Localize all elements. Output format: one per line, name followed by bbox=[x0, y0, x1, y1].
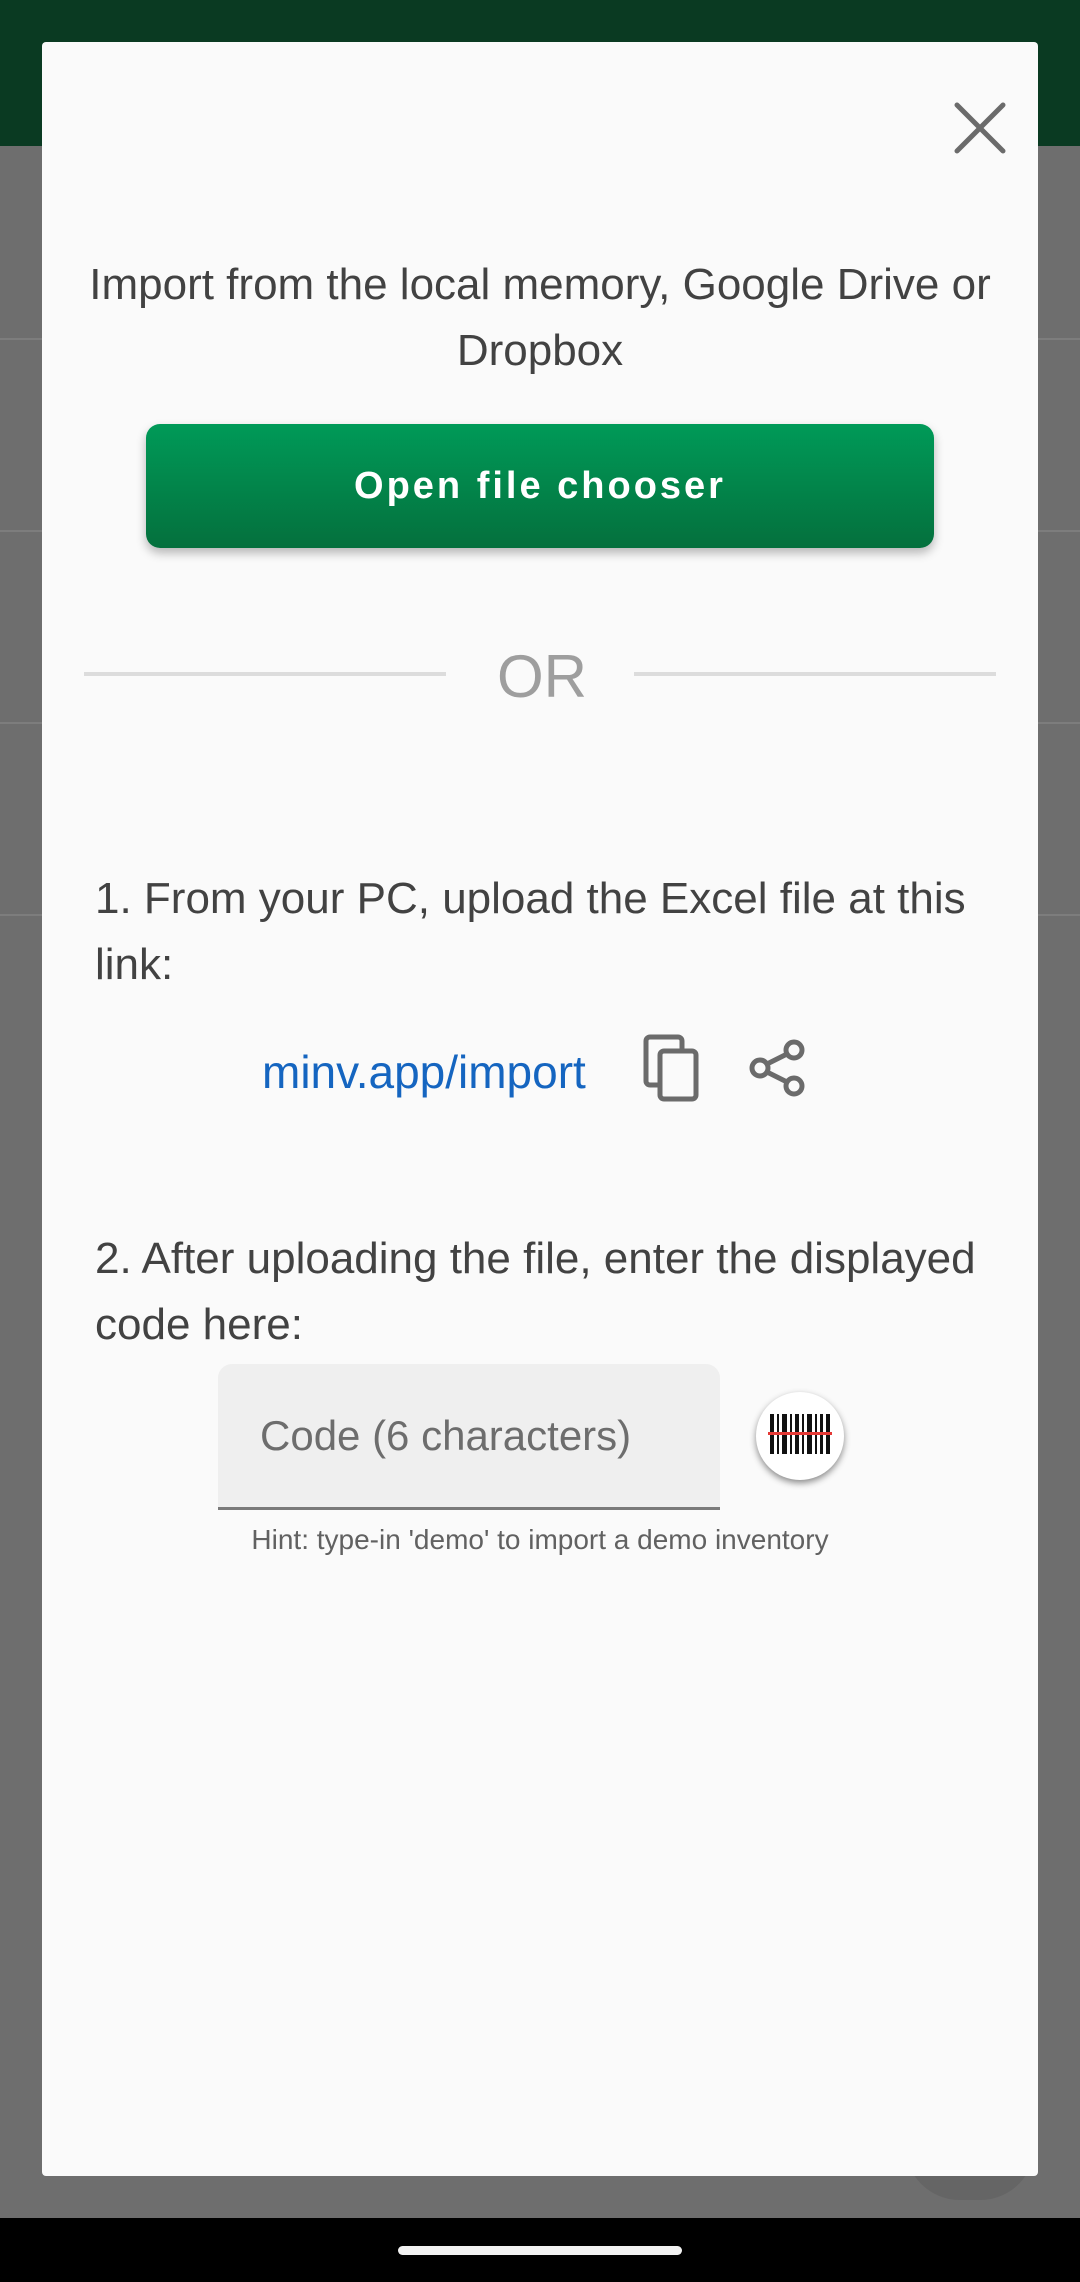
barcode-scan-icon bbox=[768, 1412, 832, 1461]
copy-icon bbox=[642, 1033, 702, 1108]
or-divider-left bbox=[84, 672, 446, 676]
import-link[interactable]: minv.app/import bbox=[262, 1042, 586, 1102]
home-gesture-handle[interactable] bbox=[398, 2246, 682, 2255]
share-icon bbox=[748, 1038, 808, 1103]
demo-hint-text: Hint: type-in 'demo' to import a demo in… bbox=[251, 1524, 829, 1555]
scan-barcode-button[interactable] bbox=[756, 1392, 844, 1480]
step-1-text: 1. From your PC, upload the Excel file a… bbox=[95, 874, 966, 989]
code-field[interactable] bbox=[218, 1364, 720, 1510]
close-button[interactable] bbox=[942, 92, 1018, 168]
screen: Import from the local memory, Google Dri… bbox=[0, 0, 1080, 2282]
close-icon bbox=[952, 100, 1008, 161]
or-label: OR bbox=[497, 643, 587, 710]
code-input[interactable] bbox=[218, 1364, 720, 1507]
step-2-text: 2. After uploading the file, enter the d… bbox=[95, 1234, 976, 1349]
import-intro-text: Import from the local memory, Google Dri… bbox=[89, 260, 991, 375]
copy-link-button[interactable] bbox=[632, 1020, 712, 1120]
open-file-chooser-button[interactable]: Open file chooser bbox=[146, 424, 934, 548]
import-dialog: Import from the local memory, Google Dri… bbox=[42, 42, 1038, 2176]
or-divider-right bbox=[634, 672, 996, 676]
share-link-button[interactable] bbox=[736, 1026, 820, 1114]
